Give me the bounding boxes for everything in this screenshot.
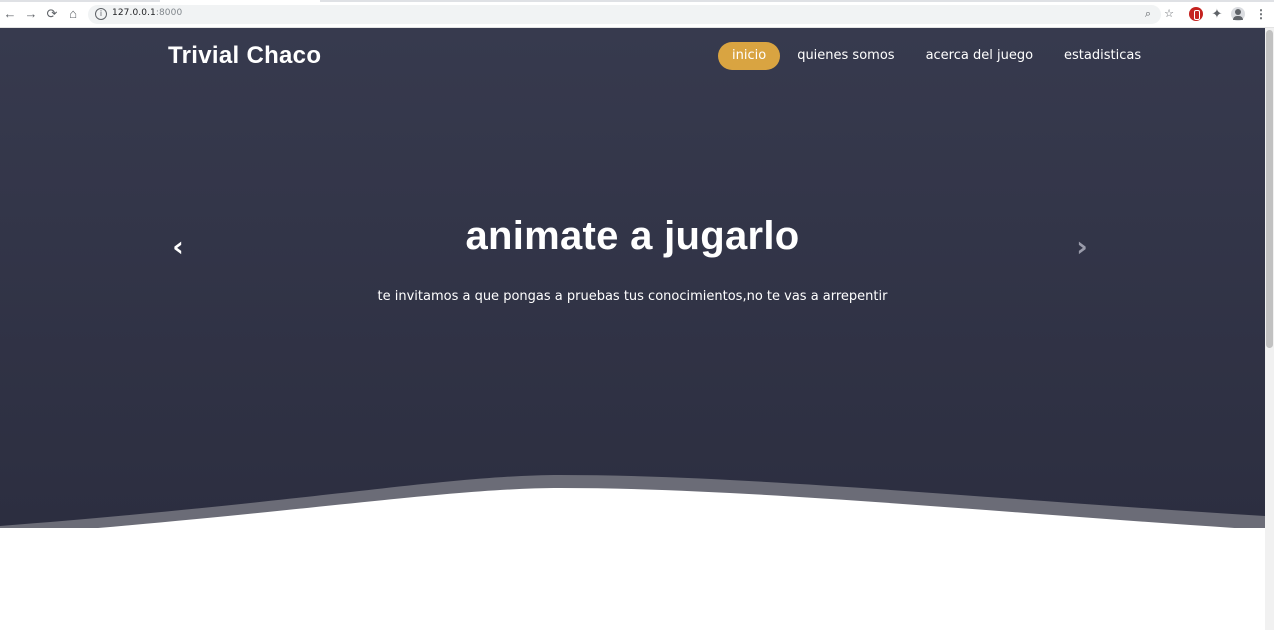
address-bar[interactable]: i 127.0.0.1:8000 ⌕ ☆ bbox=[88, 5, 1174, 24]
site-brand[interactable]: Trivial Chaco bbox=[168, 42, 321, 70]
back-arrow-icon[interactable]: ← bbox=[2, 6, 18, 22]
page-content bbox=[0, 528, 1265, 630]
carousel-next-icon[interactable]: › bbox=[1069, 232, 1095, 262]
profile-avatar-icon[interactable] bbox=[1231, 7, 1245, 21]
nav-item-inicio[interactable]: inicio bbox=[718, 42, 781, 70]
hero-subtitle: te invitamos a que pongas a pruebas tus … bbox=[377, 289, 888, 304]
bookmark-star-icon[interactable]: ☆ bbox=[1162, 7, 1176, 21]
reload-icon[interactable]: ⟳ bbox=[44, 6, 60, 22]
nav-item-quienes-somos[interactable]: quienes somos bbox=[783, 42, 908, 70]
extensions-puzzle-icon[interactable]: ✦ bbox=[1210, 7, 1224, 21]
scrollbar-thumb[interactable] bbox=[1266, 30, 1273, 348]
url-text: 127.0.0.1:8000 bbox=[112, 8, 183, 18]
extension-icon[interactable] bbox=[1189, 7, 1203, 21]
nav-item-acerca-del-juego[interactable]: acerca del juego bbox=[912, 42, 1047, 70]
home-icon[interactable]: ⌂ bbox=[65, 6, 81, 22]
forward-arrow-icon[interactable]: → bbox=[23, 6, 39, 22]
site-info-icon[interactable]: i bbox=[95, 8, 107, 20]
hero-wave-divider bbox=[0, 475, 1265, 528]
browser-toolbar: ← → ⟳ ⌂ i 127.0.0.1:8000 ⌕ ☆ ✦ ⋮ bbox=[0, 0, 1274, 28]
main-navigation: inicio quienes somos acerca del juego es… bbox=[718, 42, 1158, 70]
tab-strip bbox=[0, 0, 1274, 2]
page-scrollbar[interactable] bbox=[1265, 28, 1274, 630]
nav-item-estadisticas[interactable]: estadisticas bbox=[1050, 42, 1155, 70]
hero-carousel: Trivial Chaco inicio quienes somos acerc… bbox=[0, 28, 1265, 528]
zoom-icon[interactable]: ⌕ bbox=[1141, 7, 1155, 21]
browser-menu-icon[interactable]: ⋮ bbox=[1255, 6, 1267, 22]
